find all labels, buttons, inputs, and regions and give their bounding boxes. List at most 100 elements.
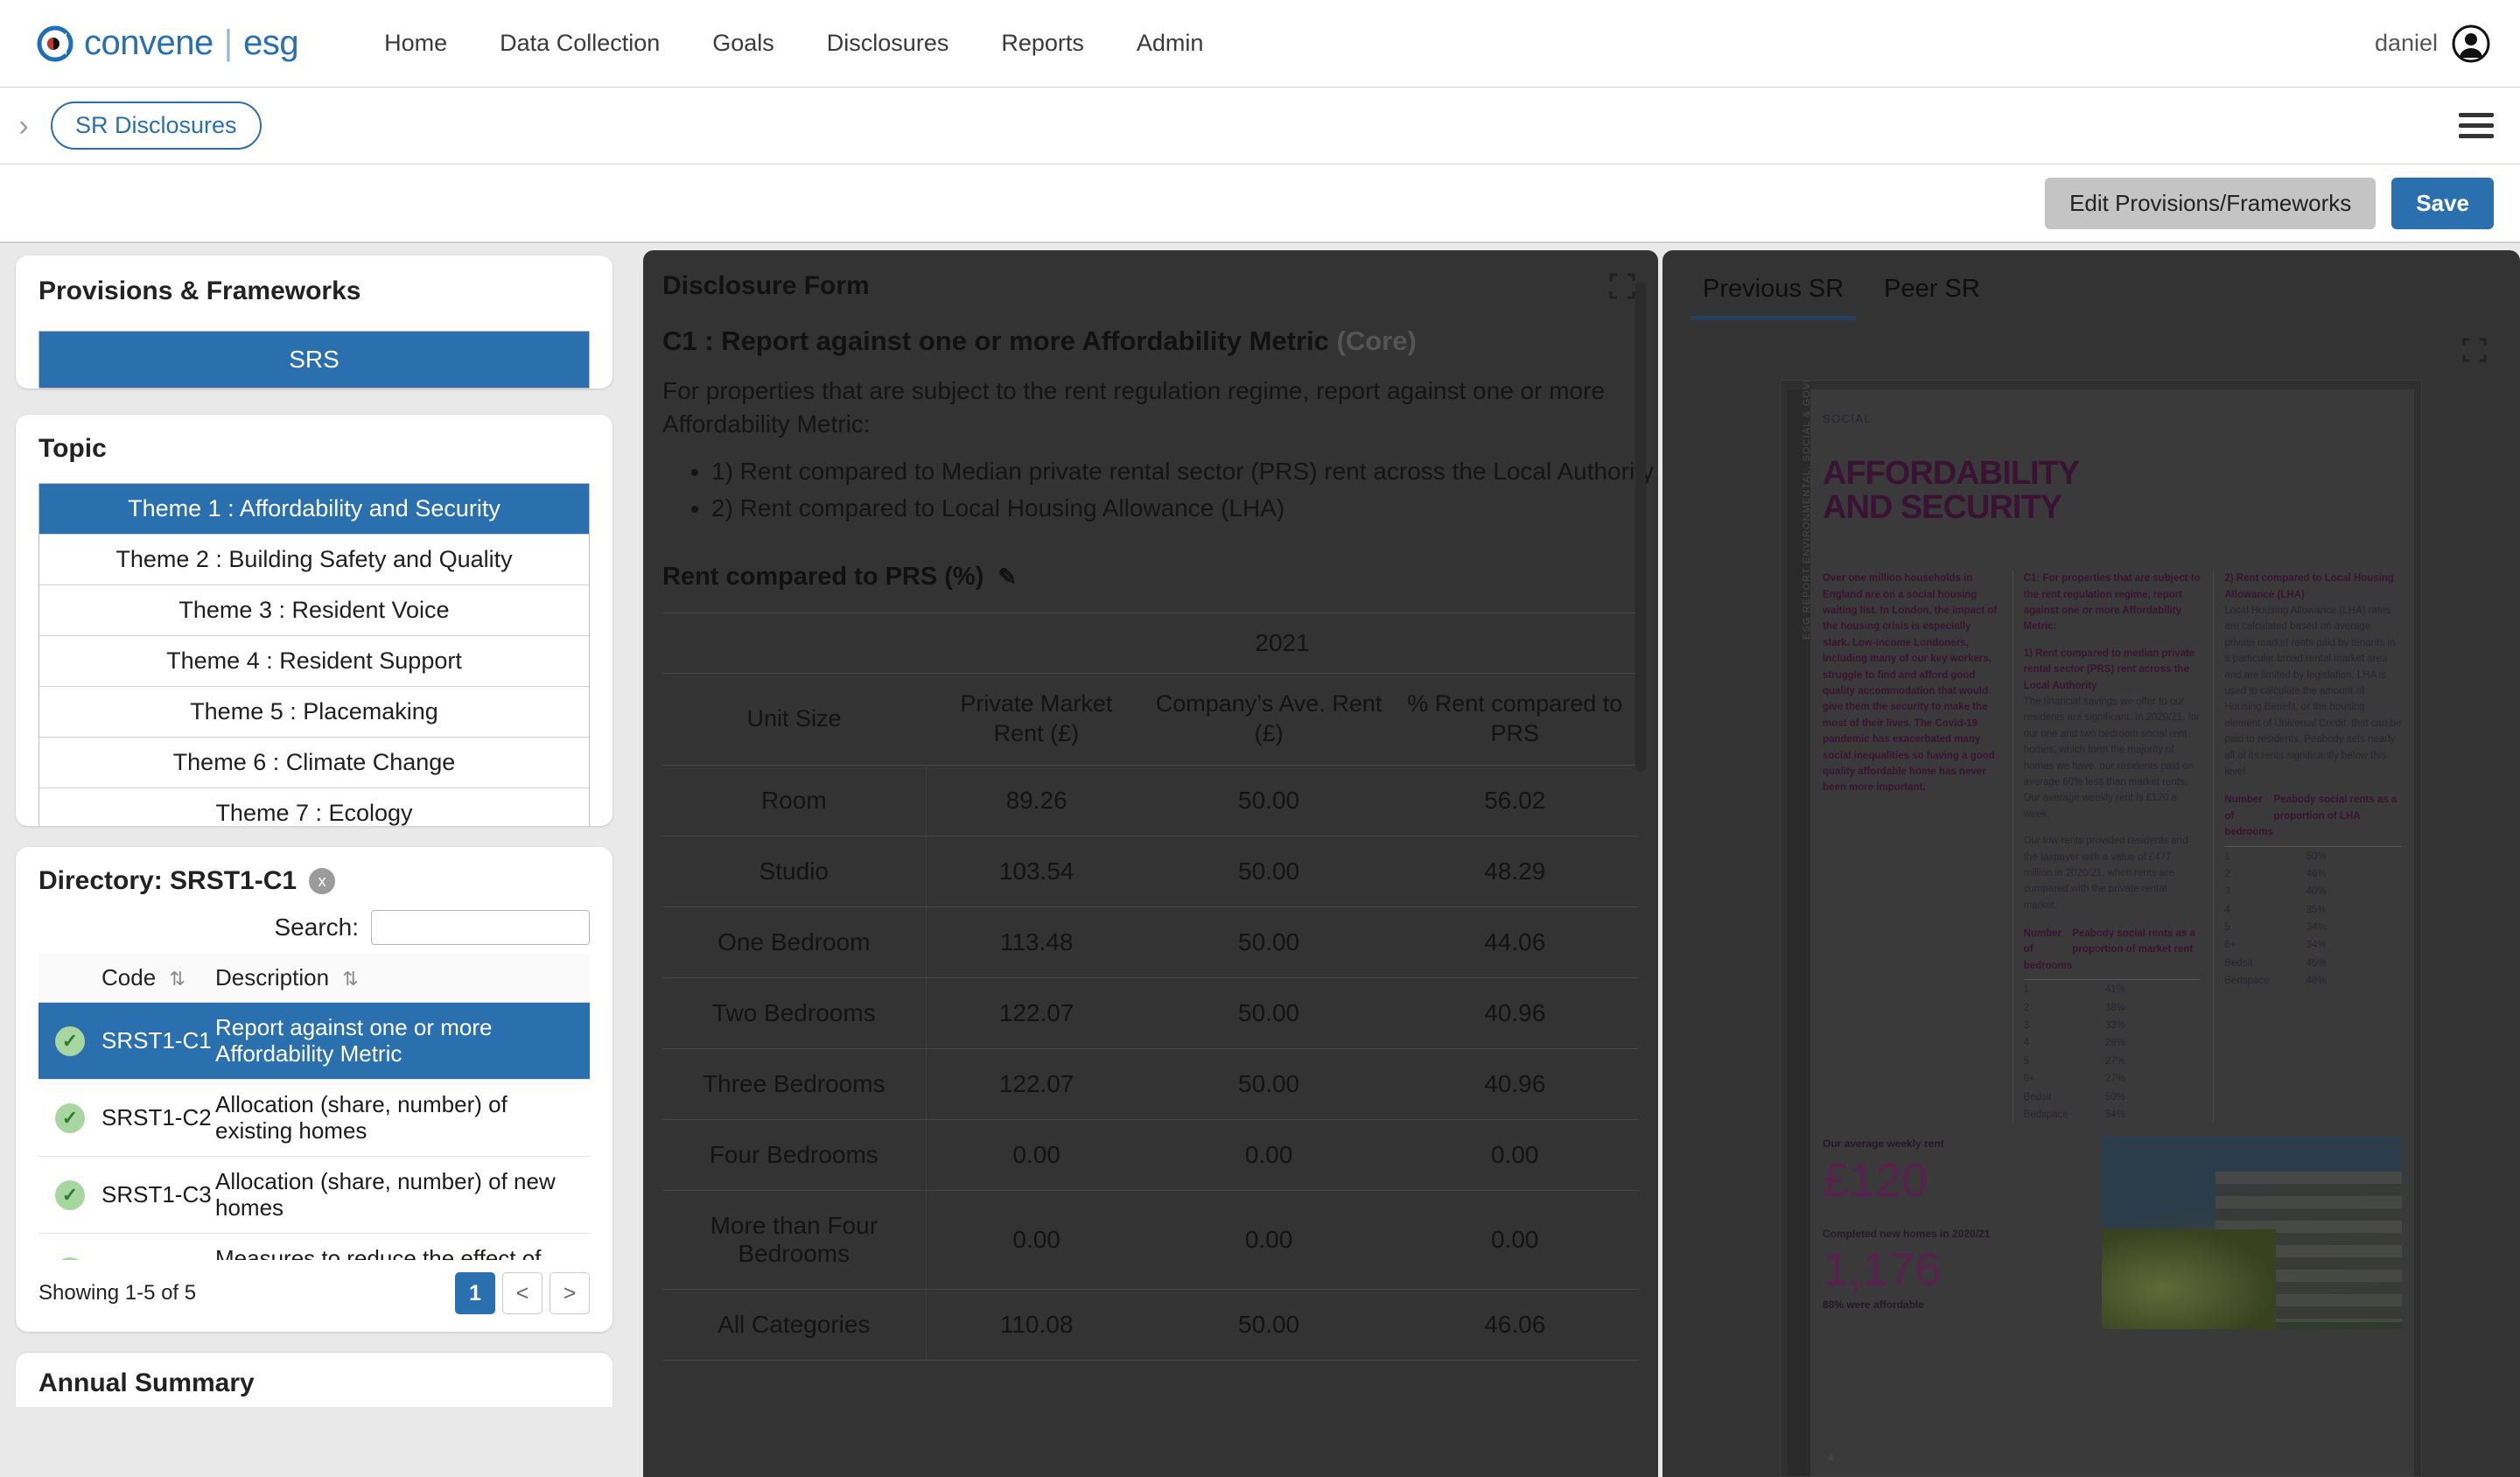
table-row: 4 28% bbox=[2024, 1033, 2202, 1051]
user-menu[interactable]: daniel bbox=[2375, 24, 2490, 63]
pdf-page-number: 4 bbox=[1828, 1452, 1834, 1464]
main-stage: Provisions & Frameworks SRS Topic Theme … bbox=[0, 243, 2520, 1477]
expand-icon[interactable] bbox=[1609, 273, 1635, 299]
column-header-code[interactable]: Code ⇅ bbox=[102, 964, 215, 991]
cell-unit: Room bbox=[662, 764, 927, 836]
page-1-button[interactable]: 1 bbox=[455, 1272, 495, 1314]
table-row: Studio 103.54 50.00 48.29 bbox=[662, 835, 1639, 907]
chevron-right-icon[interactable]: › bbox=[9, 111, 38, 141]
nav-item-disclosures[interactable]: Disclosures bbox=[801, 21, 976, 66]
avatar-icon[interactable] bbox=[2452, 24, 2490, 63]
directory-header: Directory: SRST1-C1 x bbox=[16, 847, 612, 898]
list-item: 2) Rent compared to Local Housing Allowa… bbox=[711, 492, 1658, 525]
page-next-button[interactable]: > bbox=[550, 1272, 590, 1314]
user-name: daniel bbox=[2374, 30, 2438, 56]
row-code: SRST1-C1 bbox=[102, 1026, 212, 1054]
pdf-rail-text: ESG REPORT ENVIRONMENTAL, SOCIAL & GOVER… bbox=[1802, 380, 1812, 640]
sort-icon[interactable]: ⇅ bbox=[169, 968, 185, 990]
table-row: 6+ 34% bbox=[2224, 935, 2402, 953]
disclosure-form-scrollbar[interactable] bbox=[1635, 282, 1646, 772]
disclosure-bullet-list: 1) Rent compared to Median private renta… bbox=[643, 455, 1658, 525]
hamburger-menu-icon[interactable] bbox=[2459, 107, 2494, 144]
edit-provisions-frameworks-button[interactable]: Edit Provisions/Frameworks bbox=[2045, 177, 2376, 229]
cell-pct: 44.06 bbox=[1390, 906, 1639, 978]
row-key: Bedsit bbox=[2224, 957, 2253, 969]
save-button[interactable]: Save bbox=[2391, 177, 2494, 229]
brand-logo[interactable]: convene | esg bbox=[37, 24, 299, 63]
cell-unit: More than Four Bedrooms bbox=[662, 1189, 927, 1290]
reference-panel: Previous SR Peer SR ESG REPORT ENVIRONME… bbox=[1662, 250, 2520, 1477]
row-key: 6+ bbox=[2224, 940, 2236, 951]
topic-item-theme-1[interactable]: Theme 1 : Affordability and Security bbox=[39, 484, 589, 535]
cell-pmr: 122.07 bbox=[926, 1047, 1147, 1120]
pdf-col2-intro: C1: For properties that are subject to t… bbox=[2023, 573, 2201, 633]
topic-item-theme-7[interactable]: Theme 7 : Ecology bbox=[39, 788, 589, 826]
search-input[interactable] bbox=[371, 910, 590, 945]
nav-item-admin[interactable]: Admin bbox=[1110, 21, 1230, 66]
row-description: Measures to reduce the effect of fuel po… bbox=[215, 1244, 542, 1260]
pdf-eyebrow: SOCIAL bbox=[1823, 412, 1872, 425]
nav-item-reports[interactable]: Reports bbox=[975, 21, 1110, 66]
table-column-header-row: Unit Size Private Market Rent (£) Compan… bbox=[662, 673, 1639, 766]
tab-previous-sr[interactable]: Previous SR bbox=[1690, 270, 1857, 320]
nav-item-data-collection[interactable]: Data Collection bbox=[473, 21, 686, 66]
row-val: 28% bbox=[2104, 1038, 2125, 1049]
table-row[interactable]: ✓ SRST1-C4 Measures to reduce the effect… bbox=[38, 1234, 590, 1260]
status-complete-icon: ✓ bbox=[55, 1026, 85, 1056]
column-header-description[interactable]: Description ⇅ bbox=[215, 964, 590, 991]
topic-title: Topic bbox=[38, 434, 107, 463]
disclosure-form-panel: Disclosure Form C1 : Report against one … bbox=[643, 250, 1658, 1477]
table-row[interactable]: ✓ SRST1-C2 Allocation (share, number) of… bbox=[38, 1080, 590, 1157]
topic-list-wrapper: Theme 1 : Affordability and Security The… bbox=[38, 483, 590, 826]
disclosure-form-column: Disclosure Form C1 : Report against one … bbox=[643, 243, 1658, 1477]
topic-item-theme-3[interactable]: Theme 3 : Resident Voice bbox=[39, 585, 589, 636]
pdf-page: ESG REPORT ENVIRONMENTAL, SOCIAL & GOVER… bbox=[1788, 380, 2414, 1476]
stat-1-value: £120 bbox=[1823, 1153, 1928, 1207]
page-prev-button[interactable]: < bbox=[502, 1272, 542, 1314]
pdf-title-line-2: AND SECURITY bbox=[1823, 489, 2062, 527]
cell-pmr: 0.00 bbox=[926, 1189, 1147, 1290]
row-code: SRST1-C4 bbox=[102, 1258, 215, 1260]
expand-icon[interactable] bbox=[2462, 338, 2487, 362]
nav-item-home[interactable]: Home bbox=[358, 21, 473, 66]
close-icon[interactable]: x bbox=[309, 868, 336, 894]
row-val: 54% bbox=[2104, 1109, 2125, 1120]
table-row: Bedsit 45% bbox=[2224, 954, 2402, 971]
cell-unit: All Categories bbox=[662, 1288, 927, 1361]
pdf-column-1: Over one million households in England a… bbox=[1823, 573, 1998, 794]
table-row: Bedspace 48% bbox=[2224, 971, 2402, 989]
reference-tabs: Previous SR Peer SR bbox=[1662, 250, 2520, 320]
metric-section-title: Rent compared to PRS (%) ✎ bbox=[643, 528, 1658, 592]
row-key: Bedspace bbox=[2023, 1109, 2068, 1120]
row-val: 34% bbox=[2306, 922, 2327, 934]
sort-icon[interactable]: ⇅ bbox=[342, 968, 358, 990]
edit-pencil-icon[interactable]: ✎ bbox=[998, 564, 1017, 591]
search-label: Search: bbox=[274, 914, 360, 941]
topic-item-theme-4[interactable]: Theme 4 : Resident Support bbox=[39, 636, 589, 687]
row-key: 1 bbox=[2224, 850, 2230, 862]
row-val: 46% bbox=[2306, 868, 2327, 879]
table-row[interactable]: ✓ SRST1-C1 Report against one or more Af… bbox=[38, 1003, 590, 1080]
nav-item-goals[interactable]: Goals bbox=[686, 21, 801, 66]
directory-table-header: Code ⇅ Description ⇅ bbox=[38, 954, 590, 1003]
table-row: One Bedroom 113.48 50.00 44.06 bbox=[662, 906, 1639, 978]
topic-item-theme-6[interactable]: Theme 6 : Climate Change bbox=[39, 738, 589, 788]
cell-pct: 56.02 bbox=[1390, 764, 1639, 836]
lha-table-col1: Number of bedrooms bbox=[2224, 794, 2273, 838]
provision-srs-button[interactable]: SRS bbox=[38, 331, 590, 388]
row-val: 27% bbox=[2104, 1055, 2125, 1067]
row-val: 50% bbox=[2306, 850, 2327, 862]
breadcrumb-current[interactable]: SR Disclosures bbox=[51, 102, 262, 150]
cell-avg: 50.00 bbox=[1146, 835, 1391, 907]
topic-item-theme-5[interactable]: Theme 5 : Placemaking bbox=[39, 687, 589, 738]
pdf-viewer[interactable]: ESG REPORT ENVIRONMENTAL, SOCIAL & GOVER… bbox=[1780, 380, 2422, 1477]
tab-peer-sr[interactable]: Peer SR bbox=[1872, 270, 1992, 320]
pdf-lha-table: Number of bedrooms Peabody social rents … bbox=[2224, 792, 2403, 989]
table-row[interactable]: ✓ SRST1-C3 Allocation (share, number) of… bbox=[38, 1157, 590, 1234]
brand-name: convene bbox=[84, 24, 214, 62]
cell-pct: 46.06 bbox=[1390, 1288, 1639, 1361]
market-table-col1: Number of bedrooms bbox=[2023, 928, 2073, 971]
row-key: 6+ bbox=[2023, 1074, 2035, 1085]
cell-pmr: 110.08 bbox=[926, 1288, 1147, 1361]
topic-item-theme-2[interactable]: Theme 2 : Building Safety and Quality bbox=[39, 535, 589, 585]
